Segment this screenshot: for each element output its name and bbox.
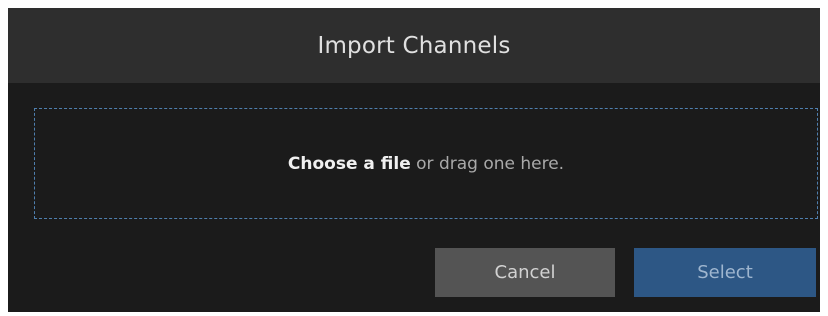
drag-hint-text: or drag one here. <box>410 153 565 174</box>
dialog-title: Import Channels <box>317 32 511 59</box>
select-button[interactable]: Select <box>634 248 816 297</box>
dialog-header: Import Channels <box>8 8 820 83</box>
cancel-button[interactable]: Cancel <box>435 248 615 297</box>
dropzone-text: Choose a file or drag one here. <box>288 154 564 174</box>
import-channels-dialog: Import Channels Choose a file or drag on… <box>8 8 820 312</box>
file-dropzone[interactable]: Choose a file or drag one here. <box>34 108 818 219</box>
choose-file-link[interactable]: Choose a file <box>288 154 411 174</box>
